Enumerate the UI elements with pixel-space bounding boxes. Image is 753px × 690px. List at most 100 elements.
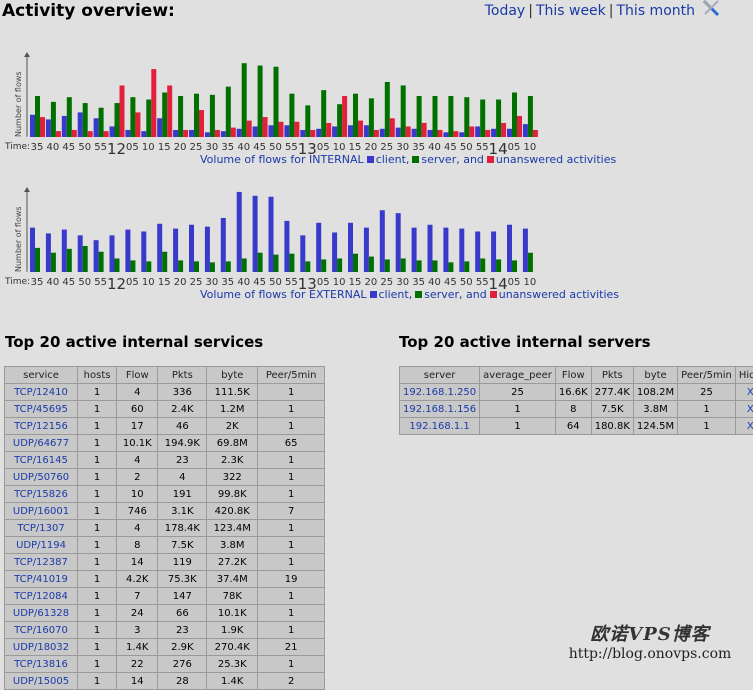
table-cell: 66 (158, 605, 207, 622)
x-tick-label: 45 (444, 277, 457, 288)
row-link[interactable]: UDP/64677 (13, 438, 69, 449)
x-tick-label: 45 (444, 142, 457, 153)
column-header: hosts (78, 367, 117, 384)
row-link[interactable]: UDP/16001 (13, 506, 69, 517)
range-month-link[interactable]: This month (617, 3, 696, 19)
x-tick-label: 25 (190, 142, 203, 153)
table-row: TCP/1381612227625.3K1 (5, 656, 325, 673)
server-bar (305, 105, 310, 137)
x-tick-label: 55 (476, 277, 489, 288)
x-tick-label: 05 (508, 277, 521, 288)
server-bar (274, 67, 279, 137)
table-row: TCP/1241014336111.5K1 (5, 384, 325, 401)
tools-icon[interactable] (701, 0, 721, 18)
x-tick-label: 20 (174, 142, 187, 153)
row-link[interactable]: TCP/12084 (14, 591, 68, 602)
table-cell: 8 (117, 537, 158, 554)
server-bar (401, 85, 406, 137)
row-link[interactable]: TCP/16070 (14, 625, 68, 636)
x-tick-label: 25 (380, 277, 393, 288)
caption-prefix: Volume of flows for EXTERNAL (200, 288, 367, 301)
client-bar (173, 229, 178, 272)
table-cell: 2.3K (207, 452, 258, 469)
client-legend-swatch (367, 156, 374, 163)
row-link[interactable]: TCP/15826 (14, 489, 68, 500)
unanswered-bar (167, 85, 172, 137)
row-link[interactable]: TCP/12387 (14, 557, 68, 568)
table-cell: 178.4K (158, 520, 207, 537)
client-bar (380, 210, 385, 272)
row-link[interactable]: TCP/12156 (14, 421, 68, 432)
x-tick-label: 55 (94, 277, 107, 288)
services-table: servicehostsFlowPktsbytePeer/5min TCP/12… (4, 366, 325, 690)
range-today-link[interactable]: Today (485, 3, 526, 19)
server-bar (99, 252, 104, 272)
external-flows-chart: Number of flowsTime:35404550551205101520… (0, 180, 560, 305)
unanswered-bar (294, 122, 299, 137)
client-bar (141, 231, 146, 272)
server-bar (35, 96, 40, 137)
client-bar (348, 125, 353, 137)
unanswered-bar (88, 131, 93, 137)
row-link[interactable]: TCP/12410 (14, 387, 68, 398)
table-cell: 1 (78, 486, 117, 503)
column-header: server (400, 367, 480, 384)
table-cell: 10.1K (207, 605, 258, 622)
unanswered-bar (485, 130, 490, 137)
row-link[interactable]: 192.168.1.250 (403, 387, 476, 398)
row-link[interactable]: TCP/45695 (14, 404, 68, 415)
table-cell: 1 (78, 605, 117, 622)
table-cell: UDP/16001 (5, 503, 78, 520)
table-cell: 277.4K (591, 384, 633, 401)
unanswered-bar (326, 123, 331, 137)
row-link[interactable]: TCP/13816 (14, 659, 68, 670)
table-cell: 124.5M (633, 418, 677, 435)
table-cell: 1 (78, 384, 117, 401)
table-cell: TCP/41019 (5, 571, 78, 588)
row-link[interactable]: 192.168.1.1 (409, 421, 469, 432)
row-link[interactable]: TCP/41019 (14, 574, 68, 585)
hide-row-link[interactable]: X (747, 404, 753, 415)
row-link[interactable]: 192.168.1.156 (403, 404, 476, 415)
server-bar (369, 98, 374, 137)
client-bar (237, 192, 242, 272)
server-bar (35, 248, 40, 272)
x-tick-label: 05 (317, 277, 330, 288)
row-link[interactable]: UDP/50760 (13, 472, 69, 483)
row-link[interactable]: UDP/1194 (16, 540, 66, 551)
table-cell: 27.2K (207, 554, 258, 571)
table-cell: 99.8K (207, 486, 258, 503)
hide-row-link[interactable]: X (747, 387, 753, 398)
hide-row-link[interactable]: X (747, 421, 753, 432)
table-cell: 46 (158, 418, 207, 435)
x-tick-label: 50 (269, 142, 282, 153)
server-bar (115, 103, 120, 137)
server-legend-swatch (415, 291, 422, 298)
column-header: Flow (117, 367, 158, 384)
unanswered-bar (310, 130, 315, 137)
table-cell: 23 (158, 622, 207, 639)
column-header: Peer/5min (678, 367, 736, 384)
row-link[interactable]: TCP/16145 (14, 455, 68, 466)
row-link[interactable]: TCP/1307 (17, 523, 64, 534)
x-tick-label: 30 (206, 277, 219, 288)
range-week-link[interactable]: This week (536, 3, 606, 19)
unanswered-bar (72, 130, 77, 137)
x-tick-label: 05 (317, 142, 330, 153)
client-bar (141, 131, 146, 137)
unanswered-legend-swatch (490, 291, 497, 298)
row-link[interactable]: UDP/18032 (13, 642, 69, 653)
unanswered-bar (183, 130, 188, 137)
table-row: UDP/1803211.4K2.9K270.4K21 (5, 639, 325, 656)
servers-title: Top 20 active internal servers (399, 333, 651, 351)
row-link[interactable]: UDP/61328 (13, 608, 69, 619)
client-bar (189, 130, 194, 137)
row-link[interactable]: UDP/15005 (13, 676, 69, 687)
table-cell: 4 (117, 520, 158, 537)
client-legend-swatch (370, 291, 377, 298)
server-bar (353, 94, 358, 137)
legend-server: server, and (421, 153, 484, 166)
client-bar (491, 231, 496, 272)
client-bar (380, 129, 385, 137)
table-row: TCP/1238711411927.2K1 (5, 554, 325, 571)
